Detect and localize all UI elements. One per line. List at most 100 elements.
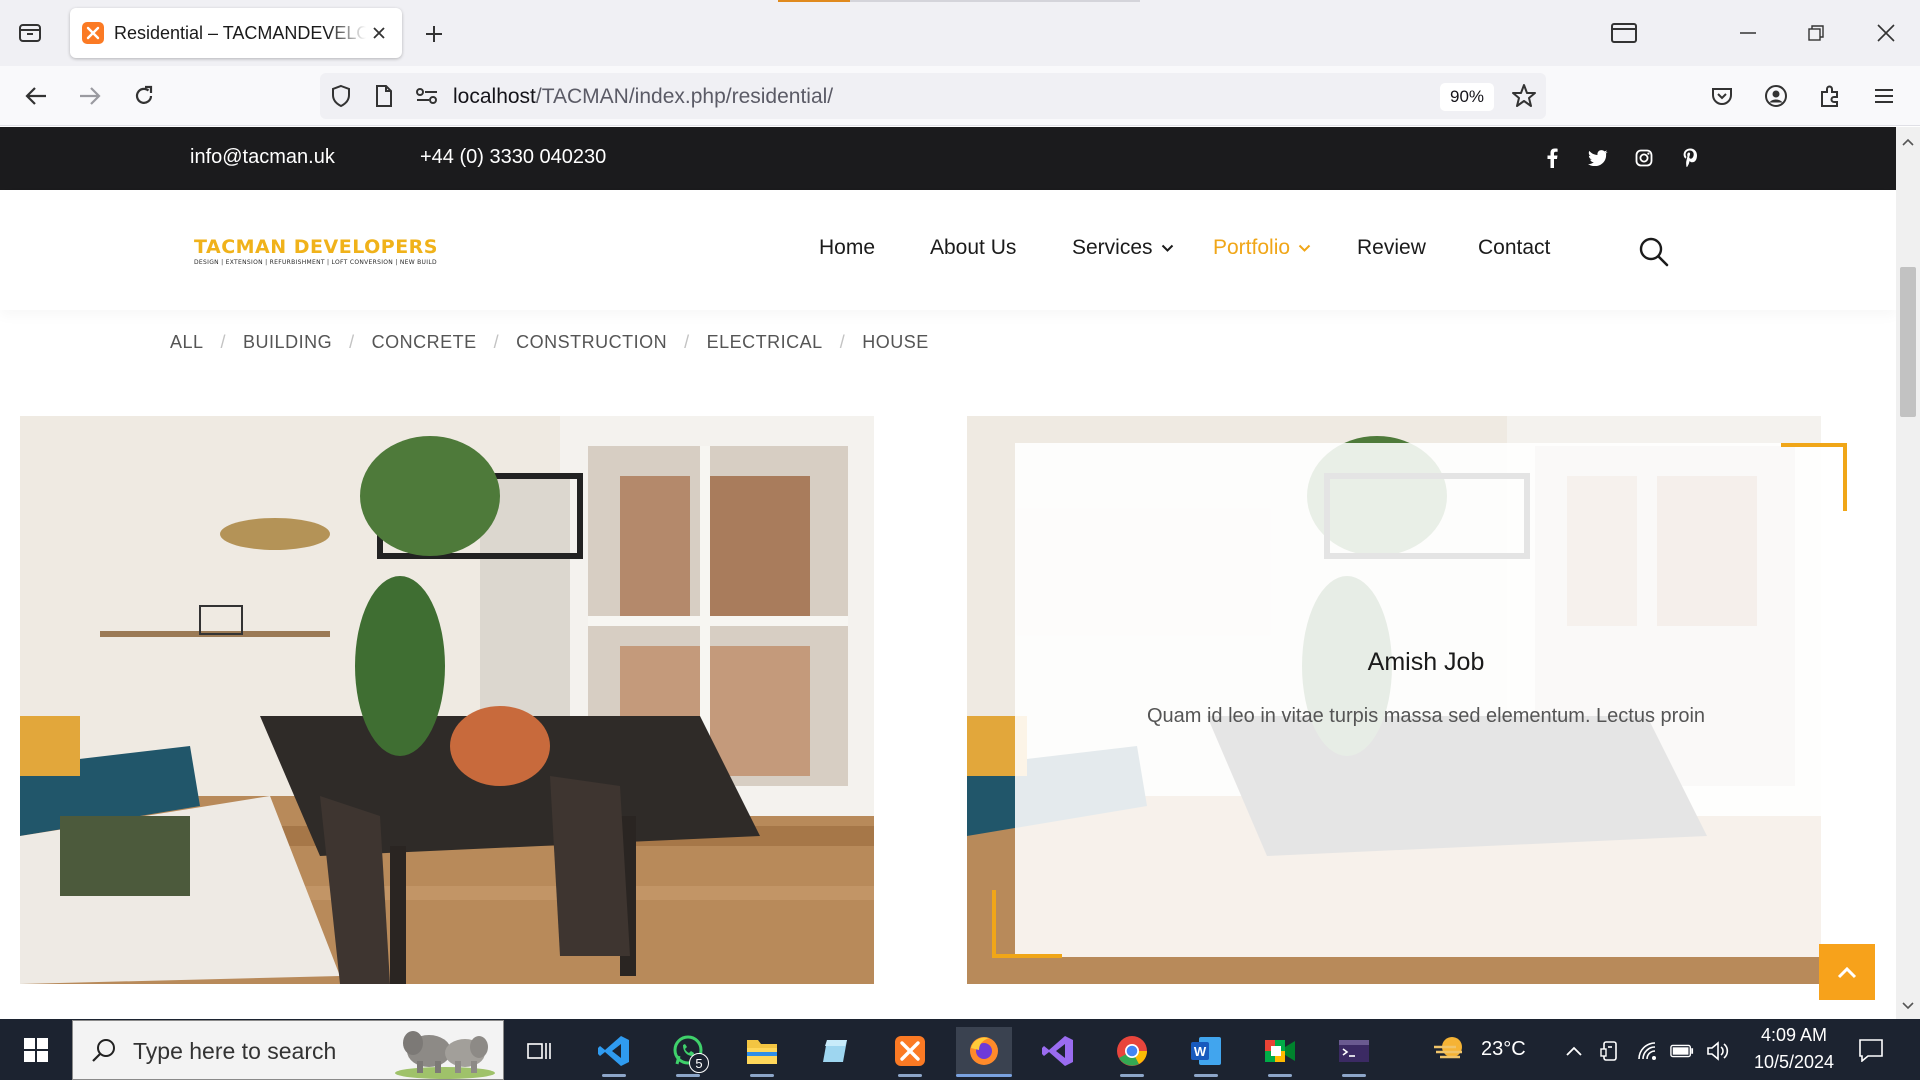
nav-services[interactable]: Services: [1072, 236, 1174, 260]
portfolio-card-title[interactable]: Amish Job: [1015, 648, 1837, 677]
account-icon[interactable]: [1758, 78, 1794, 114]
taskbar-clock-time[interactable]: 4:09 AM: [1752, 1025, 1836, 1046]
tracking-protection-shield-icon[interactable]: [330, 84, 352, 113]
page-viewport: info@tacman.uk +44 (0) 3330 040230 TACMA…: [0, 127, 1896, 1019]
svg-text:W: W: [1194, 1044, 1207, 1059]
nav-contact-label: Contact: [1478, 236, 1551, 259]
weather-temperature[interactable]: 23°C: [1481, 1038, 1526, 1061]
facebook-icon[interactable]: [1539, 145, 1565, 171]
filter-concrete[interactable]: CONCRETE: [372, 332, 477, 353]
browser-tab-active[interactable]: Residential – TACMANDEVELOPERS: [70, 8, 402, 58]
room-photo: [20, 416, 874, 984]
instagram-icon[interactable]: [1631, 145, 1657, 171]
zoom-level-badge[interactable]: 90%: [1440, 83, 1494, 111]
nav-portfolio-label: Portfolio: [1213, 236, 1291, 259]
xampp-icon[interactable]: [882, 1027, 938, 1077]
chrome-icon[interactable]: [1104, 1027, 1160, 1077]
accent-corner-top-right: [1781, 443, 1847, 511]
url-text[interactable]: localhost/TACMAN/index.php/residential/: [453, 85, 833, 109]
nav-portfolio[interactable]: Portfolio: [1213, 236, 1311, 260]
notification-center-icon[interactable]: [1856, 1036, 1886, 1064]
logo-tagline: DESIGN | EXTENSION | REFURBISHMENT | LOF…: [194, 259, 437, 266]
google-meet-icon[interactable]: [1252, 1027, 1308, 1077]
site-logo[interactable]: TACMAN DEVELOPERS DESIGN | EXTENSION | R…: [194, 238, 438, 267]
site-search-icon[interactable]: [1638, 236, 1670, 268]
scroll-down-arrow-icon[interactable]: [1901, 999, 1915, 1013]
windows-start-icon[interactable]: [14, 1029, 58, 1071]
filter-building[interactable]: BUILDING: [243, 332, 332, 353]
nav-about-us-label: About Us: [930, 236, 1017, 259]
search-highlight-elephants-icon: [393, 1023, 497, 1084]
browser-navigation-bar: localhost/TACMAN/index.php/residential/ …: [0, 66, 1920, 126]
whatsapp-icon[interactable]: 5: [660, 1027, 716, 1077]
tab-title: Residential – TACMANDEVELOPERS: [114, 22, 366, 43]
nav-contact[interactable]: Contact: [1478, 236, 1550, 260]
word-icon[interactable]: W: [1178, 1027, 1234, 1077]
close-window-button[interactable]: [1858, 10, 1914, 56]
scrollbar-thumb[interactable]: [1900, 267, 1916, 417]
nav-review[interactable]: Review: [1357, 236, 1426, 260]
tab-separator-line: [850, 0, 1140, 2]
hamburger-menu-icon[interactable]: [1866, 78, 1902, 114]
taskbar-clock-date[interactable]: 10/5/2024: [1746, 1052, 1842, 1073]
firefox-icon[interactable]: [956, 1027, 1012, 1077]
nav-home-label: Home: [819, 236, 876, 259]
volume-icon[interactable]: [1706, 1039, 1730, 1063]
task-view-icon[interactable]: [511, 1027, 567, 1075]
extensions-icon[interactable]: [1812, 78, 1848, 114]
url-path: /TACMAN/index.php/residential/: [535, 85, 834, 108]
nav-services-label: Services: [1072, 236, 1153, 259]
url-host: localhost: [453, 85, 536, 108]
chevron-up-icon[interactable]: [1562, 1039, 1586, 1063]
filter-house[interactable]: HOUSE: [862, 332, 929, 353]
bookmark-star-icon[interactable]: [1511, 83, 1537, 114]
filter-separator: /: [684, 332, 690, 352]
picture-in-picture-icon[interactable]: [1596, 10, 1652, 56]
filter-all[interactable]: ALL: [170, 332, 204, 353]
topbar-email[interactable]: info@tacman.uk: [190, 146, 335, 169]
filter-electrical[interactable]: ELECTRICAL: [707, 332, 823, 353]
topbar-phone[interactable]: +44 (0) 3330 040230: [420, 146, 606, 169]
page-scrollbar[interactable]: [1896, 127, 1920, 1019]
windows-taskbar: Type here to search 5 W 23°C 4:09 AM 10/…: [0, 1019, 1920, 1080]
portfolio-item-image[interactable]: [20, 416, 874, 984]
nav-about-us[interactable]: About Us: [930, 236, 1016, 260]
vscode-icon[interactable]: [586, 1027, 642, 1077]
site-permissions-icon[interactable]: [415, 86, 439, 111]
wifi-icon[interactable]: [1636, 1039, 1660, 1063]
tab-loading-indicator: [778, 0, 850, 2]
twitter-icon[interactable]: [1585, 145, 1611, 171]
weather-icon[interactable]: [1432, 1033, 1468, 1065]
minimize-window-button[interactable]: [1720, 10, 1776, 56]
notepad-app-icon[interactable]: [808, 1027, 864, 1075]
file-explorer-icon[interactable]: [734, 1027, 790, 1077]
portfolio-hover-overlay: [1015, 443, 1837, 957]
chevron-down-icon: [1298, 244, 1311, 252]
pinterest-icon[interactable]: [1677, 145, 1703, 171]
terminal-icon[interactable]: [1326, 1027, 1382, 1077]
new-tab-button[interactable]: [418, 18, 450, 50]
nav-review-label: Review: [1357, 236, 1426, 259]
touch-keyboard-icon[interactable]: [1598, 1039, 1622, 1063]
page-info-icon[interactable]: [375, 84, 393, 113]
back-arrow-icon[interactable]: [18, 78, 54, 114]
visual-studio-icon[interactable]: [1030, 1027, 1086, 1075]
forward-arrow-icon[interactable]: [72, 78, 108, 114]
filter-construction[interactable]: CONSTRUCTION: [516, 332, 667, 353]
battery-icon[interactable]: [1670, 1039, 1694, 1063]
reload-icon[interactable]: [126, 78, 162, 114]
url-bar[interactable]: localhost/TACMAN/index.php/residential/ …: [320, 73, 1546, 119]
scroll-up-arrow-icon[interactable]: [1901, 135, 1915, 149]
search-icon: [91, 1037, 117, 1068]
restore-window-button[interactable]: [1788, 10, 1844, 56]
xampp-favicon-icon: [82, 22, 104, 44]
taskbar-search-placeholder: Type here to search: [133, 1038, 337, 1064]
nav-home[interactable]: Home: [819, 236, 875, 260]
browser-tab-bar: Residential – TACMANDEVELOPERS: [0, 0, 1920, 66]
taskbar-search-box[interactable]: Type here to search: [72, 1020, 504, 1080]
back-to-top-button[interactable]: [1819, 944, 1875, 1000]
whatsapp-notification-badge: 5: [689, 1053, 709, 1073]
tab-close-icon[interactable]: [366, 20, 392, 46]
pocket-icon[interactable]: [1704, 78, 1740, 114]
tab-overview-icon[interactable]: [12, 16, 48, 50]
